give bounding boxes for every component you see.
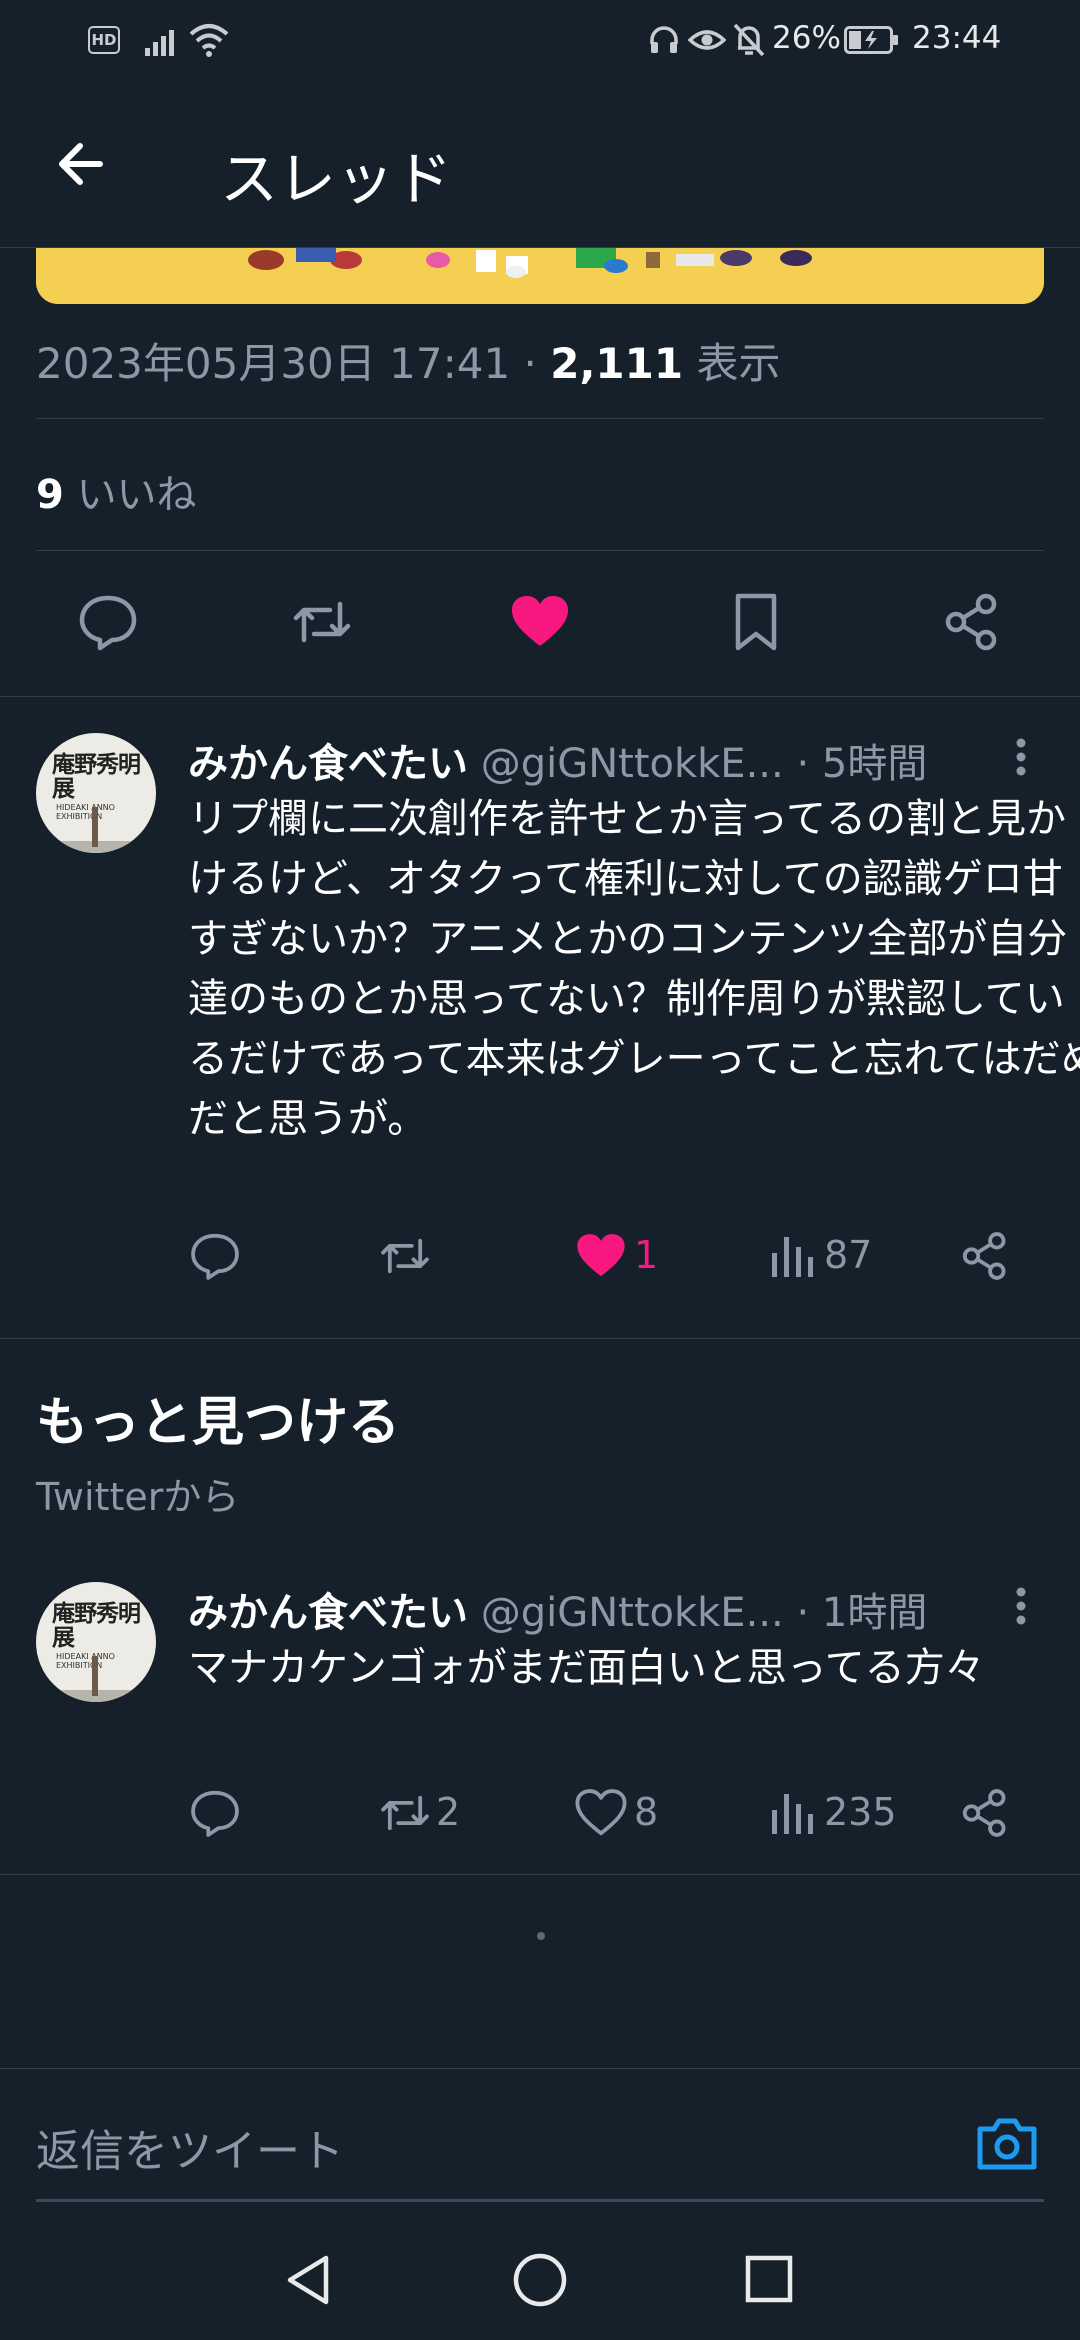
avatar-title: 庵野秀明展 <box>52 751 141 802</box>
tweet-text: リプ欄に二次創作を許せとか言ってるの割と見かけるけど、オタクって権利に対しての認… <box>188 796 1080 1142</box>
likes-summary[interactable]: 9 いいね <box>36 462 197 520</box>
views-icon <box>772 1237 813 1277</box>
avatar-subtitle: HIDEAKI ANNO EXHIBITION <box>56 803 115 821</box>
tweet-time: · 5時間 <box>796 741 928 787</box>
illustration-image <box>36 248 1044 304</box>
eye-icon <box>688 30 726 50</box>
views-icon <box>772 1794 813 1834</box>
like-button[interactable]: 8 <box>574 1786 684 1840</box>
tweet-header: みかん食べたい @giGNttokkE... · 5時間 <box>188 731 927 789</box>
reply-input[interactable]: 返信をツイート <box>36 2115 344 2179</box>
clock: 23:44 <box>912 20 1002 56</box>
nav-recents-icon[interactable] <box>744 2254 794 2304</box>
retweet-icon <box>381 1795 429 1831</box>
retweet-icon <box>381 1238 429 1274</box>
bookmark-button[interactable] <box>724 590 788 654</box>
handle[interactable]: @giGNttokkE... <box>481 741 784 787</box>
loading-indicator <box>537 1932 545 1940</box>
section-subtitle: Twitterから <box>36 1475 240 1519</box>
page-title: スレッド <box>220 145 453 213</box>
view-count: 235 <box>824 1790 897 1834</box>
share-button[interactable] <box>958 1229 1012 1283</box>
heart-icon <box>575 1789 627 1836</box>
mute-bell-icon <box>733 23 765 57</box>
share-icon <box>962 1789 1006 1837</box>
tweet-header: みかん食べたい @giGNttokkE... · 1時間 <box>188 1580 927 1638</box>
share-icon <box>962 1232 1006 1280</box>
avatar-subtitle: HIDEAKI ANNO EXHIBITION <box>56 1652 115 1670</box>
retweet-button[interactable]: 2 <box>378 1786 488 1840</box>
back-arrow-icon <box>59 143 103 185</box>
retweet-count: 2 <box>436 1790 461 1834</box>
wifi-icon <box>189 24 229 57</box>
views-button[interactable]: 87 <box>768 1229 908 1283</box>
divider <box>0 1338 1080 1339</box>
tweet-time: · 1時間 <box>796 1590 928 1636</box>
nav-back-icon[interactable] <box>282 2252 334 2308</box>
divider <box>0 1874 1080 1875</box>
reply-composer: 返信をツイート <box>0 2068 1080 2204</box>
avatar[interactable]: 庵野秀明展 HIDEAKI ANNO EXHIBITION <box>36 733 156 853</box>
section-title: もっと見つける <box>36 1393 401 1453</box>
camera-icon <box>977 2118 1037 2170</box>
signal-icon <box>145 30 174 56</box>
likes-label: いいね <box>76 472 197 518</box>
divider <box>36 418 1044 419</box>
like-count: 8 <box>634 1790 659 1834</box>
like-button[interactable]: 1 <box>574 1229 694 1283</box>
reply-icon <box>191 1790 239 1837</box>
view-count: 87 <box>824 1233 873 1277</box>
share-button[interactable] <box>940 590 1004 654</box>
tweet-meta: 2023年05月30日 17:41 · 2,111 表示 <box>36 330 780 391</box>
tweet-media-image[interactable] <box>36 248 1044 304</box>
meta-separator: · <box>523 339 537 388</box>
nav-home-icon[interactable] <box>512 2252 568 2308</box>
views-count[interactable]: 2,111 <box>550 339 683 388</box>
share-icon <box>945 593 997 651</box>
system-nav-bar <box>0 2204 1080 2340</box>
share-button[interactable] <box>958 1786 1012 1840</box>
tweet-date: 2023年05月30日 17:41 <box>36 339 511 388</box>
top-app-bar: スレッド <box>0 80 1080 248</box>
bookmark-icon <box>735 593 777 651</box>
handle[interactable]: @giGNttokkE... <box>481 1590 784 1636</box>
display-name[interactable]: みかん食べたい <box>188 1590 468 1636</box>
heart-filled-icon <box>577 1234 625 1277</box>
status-bar: HD 26% 23:44 <box>0 0 1080 80</box>
back-button[interactable] <box>46 128 118 200</box>
reply-button[interactable] <box>188 1786 242 1840</box>
battery-percent: 26% <box>772 20 841 56</box>
avatar[interactable]: 庵野秀明展 HIDEAKI ANNO EXHIBITION <box>36 1582 156 1702</box>
reply-tweet[interactable]: 庵野秀明展 HIDEAKI ANNO EXHIBITION みかん食べたい @g… <box>0 697 1080 1337</box>
likes-count: 9 <box>36 472 64 518</box>
retweet-button[interactable] <box>290 590 354 654</box>
views-label[interactable]: 表示 <box>696 339 780 388</box>
retweet-icon <box>293 601 351 643</box>
battery-icon <box>844 26 898 54</box>
more-icon[interactable] <box>1006 1584 1036 1634</box>
like-button[interactable] <box>508 590 572 654</box>
more-icon[interactable] <box>1006 735 1036 785</box>
camera-button[interactable] <box>974 2113 1040 2173</box>
reply-icon <box>191 1233 239 1280</box>
reply-icon <box>79 595 137 651</box>
discover-tweet[interactable]: 庵野秀明展 HIDEAKI ANNO EXHIBITION みかん食べたい @g… <box>0 1546 1080 1876</box>
display-name[interactable]: みかん食べたい <box>188 741 468 787</box>
heart-filled-icon <box>512 596 568 646</box>
headphones-icon <box>650 26 678 53</box>
tweet-text: マナカケンゴォがまだ面白いと思ってる方々 <box>188 1645 985 1691</box>
reply-button[interactable] <box>76 590 140 654</box>
input-underline <box>36 2199 1044 2202</box>
like-count: 1 <box>634 1233 659 1277</box>
retweet-button[interactable] <box>378 1229 432 1283</box>
views-button[interactable]: 235 <box>768 1786 908 1840</box>
avatar-title: 庵野秀明展 <box>52 1600 141 1651</box>
divider <box>36 550 1044 551</box>
hd-badge: HD <box>88 26 120 54</box>
reply-button[interactable] <box>188 1229 242 1283</box>
